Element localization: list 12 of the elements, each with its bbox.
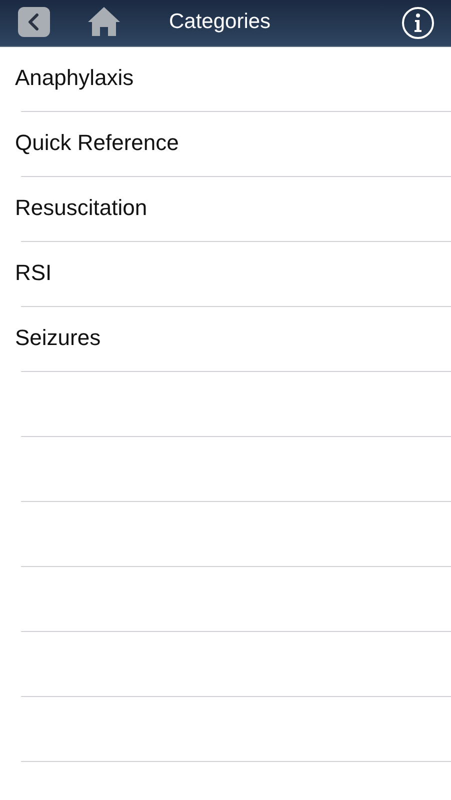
category-item[interactable]: Anaphylaxis [15,64,134,90]
category-item[interactable]: RSI [15,260,52,286]
category-item[interactable]: Resuscitation [15,194,148,220]
info-icon [401,6,435,40]
house-icon [87,5,121,38]
nav-title: Categories [169,9,271,35]
category-item[interactable]: Quick Reference [15,130,179,156]
chevron-left-icon [27,13,41,31]
info-button[interactable] [401,6,435,40]
category-item[interactable]: Seizures [15,324,101,350]
home-button[interactable] [87,5,121,38]
back-button[interactable] [18,7,50,37]
